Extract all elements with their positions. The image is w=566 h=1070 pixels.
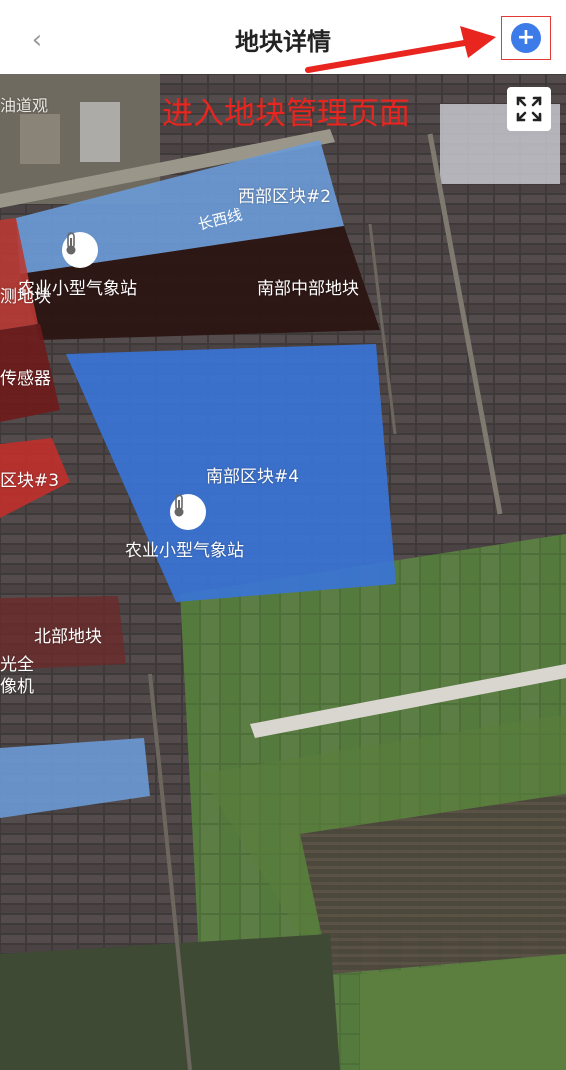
device-label-station-2[interactable]: 农业小型气象站 (125, 536, 244, 561)
plot-label-north[interactable]: 北部地块 (34, 622, 102, 647)
plot-label-south-4[interactable]: 南部区块#4 (206, 462, 299, 487)
satellite-map[interactable]: 长西线 油道观 西部区块#2 南部中部地块 南部区块#4 北部地块 区块#3 测… (0, 74, 566, 1070)
thermometer-icon[interactable] (170, 494, 206, 530)
page-title: 地块详情 (235, 28, 331, 56)
plot-label-block-3[interactable]: 区块#3 (0, 466, 59, 491)
thermometer-icon[interactable] (62, 232, 98, 268)
plus-icon: + (511, 23, 541, 53)
plot-label-sensor[interactable]: 传感器 (0, 364, 51, 389)
plot-label-west-2[interactable]: 西部区块#2 (238, 182, 331, 207)
expand-icon (516, 96, 542, 122)
add-plot-button[interactable]: + (501, 16, 551, 60)
plot-label-south-central[interactable]: 南部中部地块 (257, 274, 359, 299)
place-label: 油道观 (0, 96, 49, 115)
device-label-camera-line2[interactable]: 像机 (0, 672, 34, 697)
annotation-text: 进入地块管理页面 (162, 96, 410, 132)
fullscreen-button[interactable] (507, 87, 551, 131)
map-canvas (0, 74, 566, 1070)
header-bar: ‹ 地块详情 + (0, 0, 566, 74)
device-label-station-1[interactable]: 农业小型气象站 (18, 274, 137, 299)
